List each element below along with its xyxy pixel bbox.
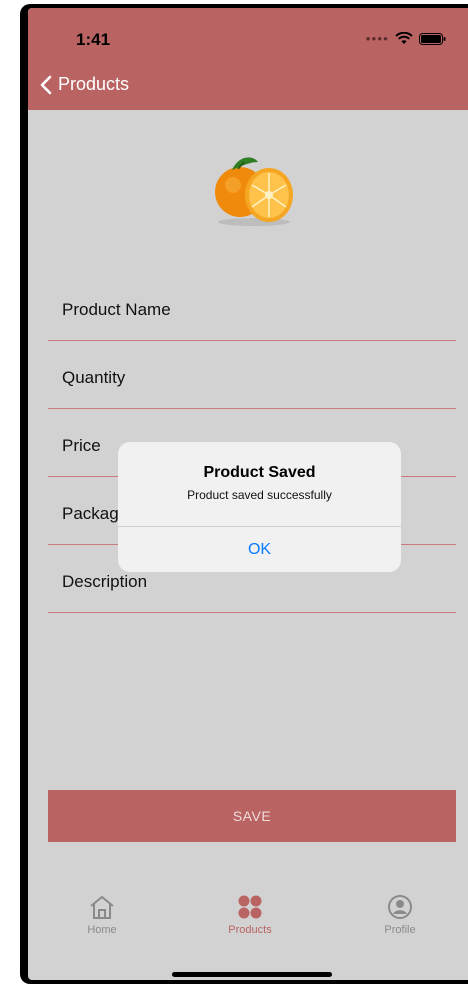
- package-placeholder: Packag: [62, 504, 119, 523]
- tab-products[interactable]: Products: [200, 894, 300, 936]
- status-icons: ●●●●: [366, 32, 446, 45]
- chevron-left-icon: [40, 75, 52, 94]
- profile-icon: [388, 895, 412, 919]
- back-button[interactable]: Products: [40, 74, 129, 95]
- grid-icon: [238, 895, 262, 919]
- tab-profile[interactable]: Profile: [350, 894, 450, 936]
- product-name-placeholder: Product Name: [62, 300, 171, 319]
- tab-profile-label: Profile: [384, 924, 416, 936]
- alert-message: Product saved successfully: [187, 488, 332, 502]
- wifi-icon: [395, 32, 413, 44]
- tab-bar: Home Products Profile: [28, 894, 468, 954]
- battery-icon: [419, 32, 446, 45]
- nav-header: 1:41 ●●●● Products: [28, 8, 468, 110]
- status-time: 1:41: [76, 30, 111, 49]
- product-saved-alert: Product Saved Product saved successfully…: [118, 442, 401, 572]
- phone-frame: 1:41 ●●●● Products Product Name Quantity…: [20, 4, 468, 984]
- price-placeholder: Price: [62, 436, 101, 455]
- save-button[interactable]: SAVE: [48, 790, 456, 842]
- signal-icon: ●●●●: [365, 34, 389, 43]
- description-placeholder: Description: [62, 572, 148, 591]
- tab-products-label: Products: [228, 924, 272, 936]
- product-name-field[interactable]: Product Name: [48, 272, 456, 341]
- app-screen: 1:41 ●●●● Products Product Name Quantity…: [28, 8, 468, 980]
- home-indicator: [172, 972, 332, 977]
- back-label: Products: [58, 74, 130, 94]
- home-icon: [90, 896, 114, 919]
- tab-home-label: Home: [87, 924, 117, 936]
- tab-home[interactable]: Home: [52, 894, 152, 936]
- quantity-field[interactable]: Quantity: [48, 340, 456, 409]
- alert-title: Product Saved: [203, 464, 316, 481]
- quantity-placeholder: Quantity: [62, 368, 126, 387]
- ok-button[interactable]: OK: [118, 527, 401, 572]
- orange-product-image: [215, 157, 293, 226]
